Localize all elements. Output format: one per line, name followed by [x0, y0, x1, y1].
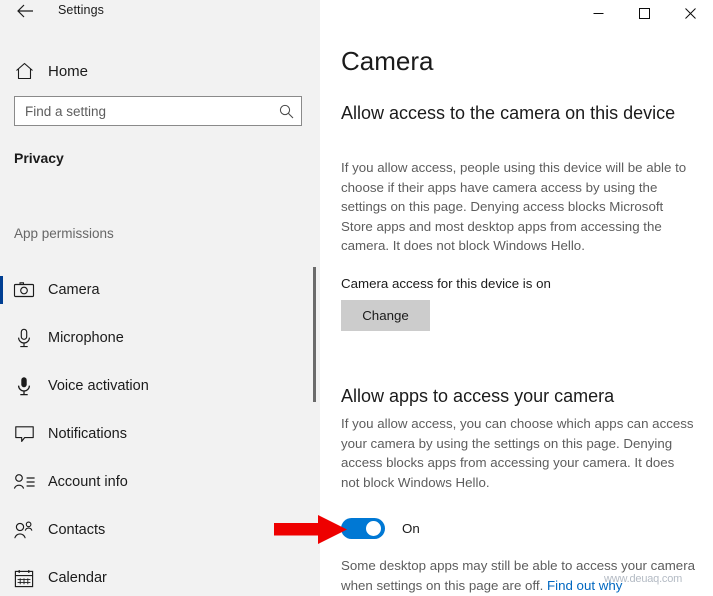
maximize-button[interactable]	[621, 0, 667, 28]
sidebar-item-calendar[interactable]: Calendar	[0, 554, 305, 596]
content-pane: Camera Allow access to the camera on thi…	[320, 28, 713, 596]
sidebar-item-camera[interactable]: Camera	[0, 266, 305, 314]
sidebar-scrollbar-thumb[interactable]	[313, 267, 316, 402]
change-button[interactable]: Change	[341, 300, 430, 331]
account-info-icon	[0, 473, 48, 491]
back-button[interactable]	[8, 0, 42, 26]
close-icon	[684, 7, 696, 19]
search-icon[interactable]	[271, 104, 301, 119]
selection-indicator	[0, 564, 3, 592]
title-bar-left-pane	[0, 0, 320, 28]
footnote-text: Some desktop apps may still be able to a…	[341, 558, 696, 593]
sidebar-item-label-contacts: Contacts	[48, 522, 106, 538]
toggle-knob	[366, 521, 381, 536]
toggle-state-label: On	[402, 521, 420, 536]
search-box[interactable]	[14, 96, 302, 126]
sidebar: Home Privacy App permissions	[0, 28, 320, 596]
contacts-icon	[0, 521, 48, 540]
voice-activation-icon	[0, 376, 48, 397]
sidebar-item-label-account-info: Account info	[48, 474, 128, 490]
sidebar-item-label-voice-activation: Voice activation	[48, 378, 149, 394]
minimize-button[interactable]	[575, 0, 621, 28]
app-camera-toggle-row: On	[341, 518, 420, 539]
sidebar-nav-list: Camera Microphone Voice activation Notif…	[0, 266, 305, 596]
section-body-device-access: If you allow access, people using this d…	[341, 160, 687, 254]
search-input[interactable]	[15, 103, 271, 119]
section-heading-device-access: Allow access to the camera on this devic…	[341, 103, 676, 123]
selection-indicator	[0, 516, 3, 544]
microphone-icon	[0, 328, 48, 349]
selection-indicator	[0, 420, 3, 448]
sidebar-item-microphone[interactable]: Microphone	[0, 314, 305, 362]
sidebar-item-label-calendar: Calendar	[48, 570, 107, 586]
window-title: Settings	[58, 3, 104, 17]
notification-bubble-icon	[0, 425, 48, 444]
selection-indicator	[0, 324, 3, 352]
page-section-title: Privacy	[14, 150, 64, 166]
minimize-icon	[593, 12, 603, 14]
annotation-arrow	[274, 514, 348, 546]
section-body-app-access: If you allow access, you can choose whic…	[341, 416, 694, 490]
calendar-icon	[0, 569, 48, 588]
sidebar-group-label: App permissions	[14, 226, 114, 241]
sidebar-item-label-camera: Camera	[48, 282, 100, 298]
find-out-why-link[interactable]: Find out why	[547, 578, 622, 593]
selection-indicator	[0, 468, 3, 496]
maximize-icon	[638, 7, 650, 19]
settings-window: Settings Home Find a setting Privacy App…	[0, 0, 713, 596]
sidebar-item-home[interactable]: Home	[0, 52, 304, 90]
page-title: Camera	[341, 46, 434, 76]
section-heading-app-access: Allow apps to access your camera	[341, 386, 615, 406]
selection-indicator	[0, 276, 3, 304]
sidebar-item-label-home: Home	[48, 62, 89, 80]
sidebar-item-account-info[interactable]: Account info	[0, 458, 305, 506]
title-bar: Settings	[0, 0, 713, 28]
selection-indicator	[0, 372, 3, 400]
caption-buttons	[575, 0, 713, 28]
desktop-apps-footnote: Some desktop apps may still be able to a…	[341, 556, 701, 595]
camera-access-status: Camera access for this device is on	[341, 276, 551, 291]
red-arrow-right-icon	[274, 515, 347, 544]
sidebar-item-label-notifications: Notifications	[48, 426, 127, 442]
home-icon	[0, 62, 48, 80]
back-arrow-icon	[16, 4, 33, 18]
sidebar-item-label-microphone: Microphone	[48, 330, 124, 346]
sidebar-item-notifications[interactable]: Notifications	[0, 410, 305, 458]
camera-icon	[0, 281, 48, 299]
sidebar-item-contacts[interactable]: Contacts	[0, 506, 305, 554]
close-button[interactable]	[667, 0, 713, 28]
sidebar-item-voice-activation[interactable]: Voice activation	[0, 362, 305, 410]
